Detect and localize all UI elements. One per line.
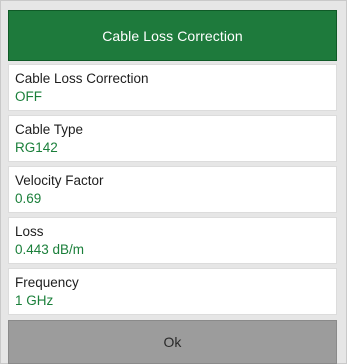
cable-loss-dialog: Cable Loss Correction Cable Loss Correct… xyxy=(0,0,347,364)
item-label: Frequency xyxy=(15,275,79,290)
ok-button[interactable]: Ok xyxy=(8,320,337,364)
item-value: OFF xyxy=(15,89,42,104)
item-value: RG142 xyxy=(15,140,58,155)
velocity-factor-item[interactable]: Velocity Factor 0.69 xyxy=(8,166,337,213)
item-label: Cable Type xyxy=(15,122,84,137)
item-label: Velocity Factor xyxy=(15,173,104,188)
cable-type-item[interactable]: Cable Type RG142 xyxy=(8,115,337,162)
cable-loss-correction-item[interactable]: Cable Loss Correction OFF xyxy=(8,64,337,111)
item-label: Cable Loss Correction xyxy=(15,71,149,86)
item-value: 0.443 dB/m xyxy=(15,242,85,257)
loss-item[interactable]: Loss 0.443 dB/m xyxy=(8,217,337,264)
item-value: 1 GHz xyxy=(15,293,54,308)
item-value: 0.69 xyxy=(15,191,42,206)
frequency-item[interactable]: Frequency 1 GHz xyxy=(8,268,337,315)
dialog-title: Cable Loss Correction xyxy=(8,10,337,61)
item-label: Loss xyxy=(15,224,44,239)
